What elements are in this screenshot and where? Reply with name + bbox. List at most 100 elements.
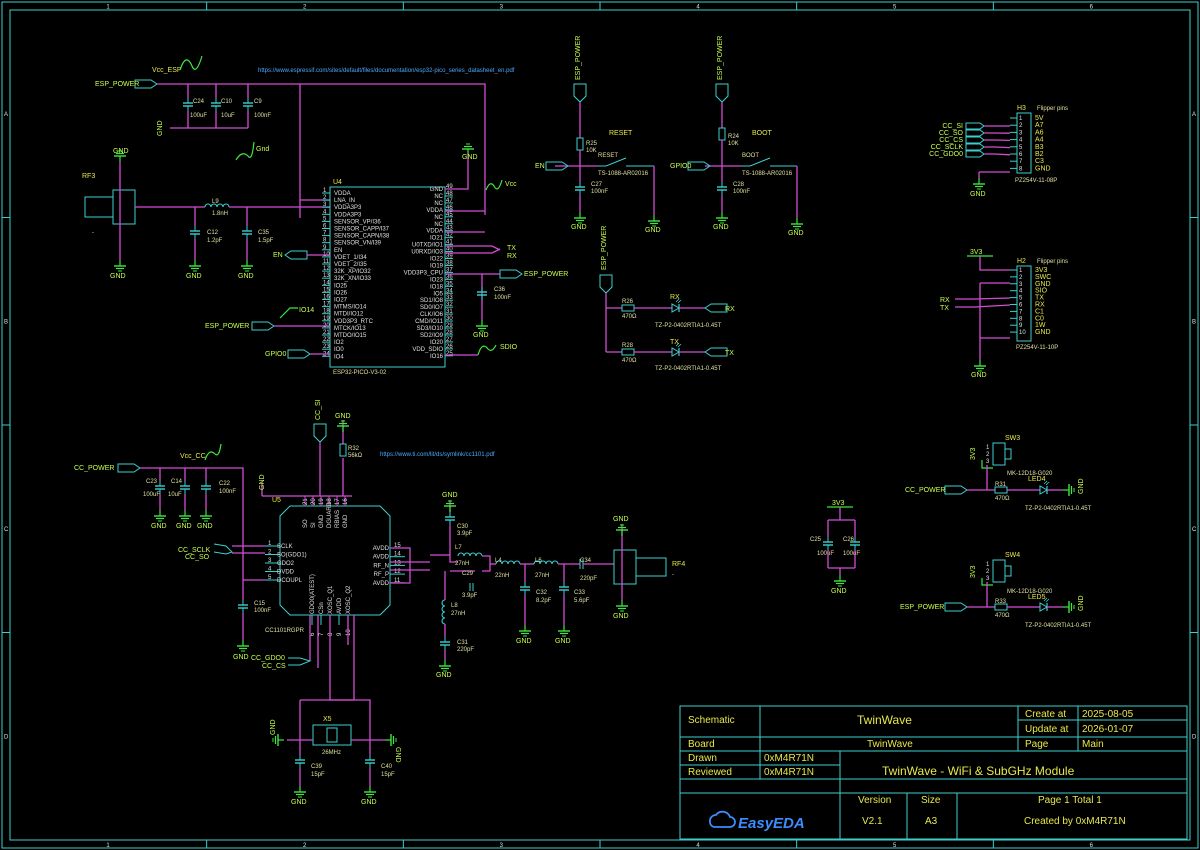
gnd-italic: Gnd xyxy=(256,146,269,153)
u4-pin-name: VDDA xyxy=(426,229,443,235)
cc1101-nets: CC_SCLK CC_SO C15 100nF GND CC_GDO0 CC_C… xyxy=(178,492,685,806)
h2-ref: H2 xyxy=(1017,258,1026,265)
r33-val: 470Ω xyxy=(995,613,1010,619)
cc-si-net: CC_SI xyxy=(315,399,322,420)
boot-title: BOOT xyxy=(752,130,773,137)
u5-part: CC1101RGPR xyxy=(265,628,305,634)
u4-pin-num: 33 xyxy=(446,295,453,301)
l7-ref: L7 xyxy=(455,545,462,551)
u4-pin-name: IO26 xyxy=(334,290,348,296)
c24-ref: C24 xyxy=(193,99,205,105)
u5-bottom-num: 8 xyxy=(328,632,334,636)
h2-title: Flipper pins xyxy=(1037,259,1068,265)
h3-pin-name: B2 xyxy=(1035,151,1044,158)
sw4-ref: SW4 xyxy=(1005,552,1020,559)
boot-circuit: ESP_POWER R24 10K BOOT BOOT TS-1088-AR02… xyxy=(670,36,804,237)
boot-sw-part: TS-1088-AR02016 xyxy=(742,171,793,177)
u4-pin-name: IO21 xyxy=(430,236,444,242)
h3-header: H3 Flipper pins 1 5V 2 A7 3 A6 4 A4 5 B3 6 B2 7 C3 8 GN… xyxy=(929,105,1068,198)
h2-pin-num: 5 xyxy=(1019,296,1023,302)
c35-gnd: GND xyxy=(238,273,254,280)
u4-pin-name: VDDA3P3 xyxy=(334,212,362,218)
c10-ref: C10 xyxy=(221,99,233,105)
c31-ref: C31 xyxy=(457,640,469,646)
u4-pin-name: IO27 xyxy=(334,298,348,304)
c28-gnd: GND xyxy=(713,224,729,231)
tb-update: 2026-01-07 xyxy=(1082,724,1134,735)
cc-gdo0-net: CC_GDO0 xyxy=(251,655,285,662)
u4-pin-name: SENSOR_VN/I39 xyxy=(334,241,382,247)
u4-pin-num: 37 xyxy=(446,267,453,273)
u4-pin-num: 18 xyxy=(323,309,330,315)
u4-gnd: GND xyxy=(462,154,478,161)
row-label-right: C xyxy=(1192,527,1197,533)
vcc-net: Vcc xyxy=(505,181,517,188)
h3-pin-name: A4 xyxy=(1035,137,1044,144)
cc-datasheet-link[interactable]: https://www.ti.com/lit/ds/symlink/cc1101… xyxy=(380,452,495,458)
h3-part: PZ254V-11-08P xyxy=(1015,178,1057,184)
u4-pin-name: IO23 xyxy=(430,277,444,283)
rx-net: RX xyxy=(507,253,517,260)
c22-val: 100nF xyxy=(219,489,236,495)
esp-power-net: ESP_POWER xyxy=(95,81,139,88)
u5-top-pin: GND xyxy=(343,514,349,528)
h3-title: Flipper pins xyxy=(1037,106,1068,112)
u4-pin-num: 29 xyxy=(446,323,453,329)
u5-right-pin: AVDD xyxy=(373,546,390,552)
u4-pin-name: IO25 xyxy=(334,283,348,289)
vcc-esp-label: Vcc_ESP xyxy=(152,67,182,74)
c32-ref: C32 xyxy=(536,590,548,596)
c25-ref: C25 xyxy=(810,537,822,543)
x5-ref: X5 xyxy=(323,716,332,723)
u4-pin-name: CMD/IO11 xyxy=(415,319,444,325)
led4-part: TZ-P2-0402RTIA1-0.45T xyxy=(1025,506,1092,512)
u4-pin-name: NC xyxy=(434,222,443,228)
c40-gnd: GND xyxy=(361,799,377,806)
u5-top-num: 20 xyxy=(311,498,317,505)
u4-pin-num: 34 xyxy=(446,288,453,294)
u5-top-num: 19 xyxy=(319,498,325,505)
u4-pin-num: 43 xyxy=(446,226,453,232)
u4-ref: U4 xyxy=(333,179,342,186)
c33-val: 5.6pF xyxy=(574,598,590,604)
u5-left-pin: DVDD xyxy=(277,570,295,576)
sw3-3v3: 3V3 xyxy=(970,447,977,460)
u5-bottom-num: 10 xyxy=(346,629,352,636)
sw3-ref: SW3 xyxy=(1005,435,1020,442)
u4-pin-name: MTDI/IO12 xyxy=(334,312,364,318)
u4-pin-num: 19 xyxy=(323,316,330,322)
u5-left-pin: DCOUPL xyxy=(277,578,303,584)
u4-pin-name: 32K_XN/IO33 xyxy=(334,276,372,282)
h3-net: CC_SCLK xyxy=(931,144,964,151)
led-tx-part: TZ-P2-0402RTIA1-0.45T xyxy=(655,366,722,372)
u4-pin-num: 17 xyxy=(323,302,330,308)
esp-datasheet-link[interactable]: https://www.espressif.com/sites/default/… xyxy=(258,68,515,74)
u4-pin-name: IO2 xyxy=(334,340,344,346)
c27-ref: C27 xyxy=(591,182,603,188)
inner-border xyxy=(9,9,1191,841)
reset-circuit: ESP_POWER R25 10K RESET RESET TS-1088-AR… xyxy=(535,36,661,234)
c39-val: 15pF xyxy=(311,772,325,778)
u4-pin-num: 23 xyxy=(323,344,330,350)
c9-val: 100nF xyxy=(254,113,271,119)
h2-net-rx: RX xyxy=(940,297,950,304)
h3-pin-num: 7 xyxy=(1019,159,1023,165)
h3-pin-num: 5 xyxy=(1019,145,1023,151)
pw-3v3: 3V3 xyxy=(832,500,845,507)
u5-bottom-pin: AVDD xyxy=(337,597,343,614)
c39-gnd: GND xyxy=(291,799,307,806)
c22-gnd: GND xyxy=(197,523,213,530)
r24-ref: R24 xyxy=(728,134,740,140)
h3-pin-num: 3 xyxy=(1019,130,1023,136)
u4-pin-num: 14 xyxy=(323,280,330,286)
c9-ref: C9 xyxy=(254,99,262,105)
u4-pin-num: 48 xyxy=(446,191,453,197)
led4-gnd: GND xyxy=(1078,478,1085,494)
x5-val: 26MHz xyxy=(322,750,341,756)
u4-pin-num: 13 xyxy=(323,273,330,279)
u4-pin-name: VDD3P3_CPU xyxy=(404,270,443,276)
x5-gnd-right: GND xyxy=(394,747,401,763)
led-net-tx: TX xyxy=(725,350,734,357)
c30-ref: C30 xyxy=(457,524,469,530)
c26-ref: C26 xyxy=(843,537,855,543)
